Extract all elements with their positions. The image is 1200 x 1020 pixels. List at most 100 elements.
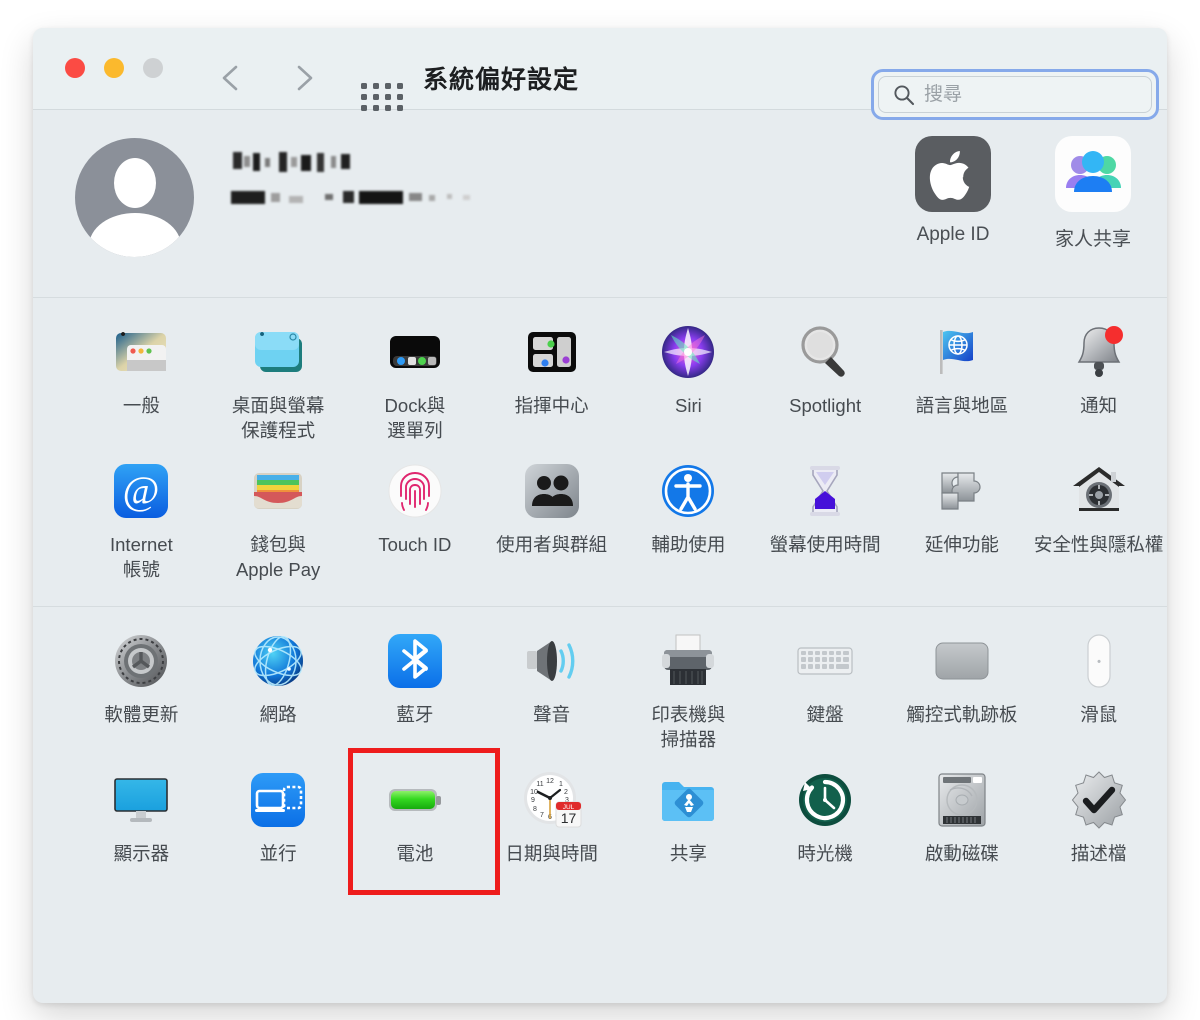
accessibility-icon (656, 459, 720, 523)
pref-label: 共享 (669, 843, 707, 864)
pref-item-touch-id[interactable]: Touch ID (347, 453, 484, 582)
pref-label: 使用者與群組 (496, 534, 608, 555)
pref-label: 觸控式軌跡板 (906, 704, 1018, 725)
pref-item-accessibility[interactable]: 輔助使用 (620, 453, 757, 582)
pref-item-trackpad[interactable]: 觸控式軌跡板 (894, 623, 1031, 752)
battery-icon (383, 768, 447, 832)
pref-item-battery[interactable]: 電池 (347, 748, 500, 895)
pref-label: 延伸功能 (924, 534, 999, 555)
pref-item-software-update[interactable]: 軟體更新 (73, 623, 210, 752)
svg-text:9: 9 (531, 797, 535, 804)
avatar-head (113, 158, 156, 208)
software-update-gear-icon (109, 629, 173, 693)
security-privacy-house-icon (1067, 459, 1131, 523)
pref-item-sharing[interactable]: 共享 (620, 762, 757, 866)
account-name-redacted (231, 150, 389, 176)
pref-item-time-machine[interactable]: 時光機 (757, 762, 894, 866)
pref-label: 顯示器 (113, 843, 170, 864)
pref-label: 電池 (396, 843, 434, 864)
zoom-button[interactable] (143, 58, 163, 78)
preferences-row: @ Internet 帳號 錢包與 Apple Pay Touch ID 使用者… (33, 453, 1167, 592)
pref-item-dock-menubar[interactable]: Dock與 選單列 (347, 314, 484, 443)
pref-label: 通知 (1080, 395, 1118, 416)
pref-label: 輔助使用 (651, 534, 726, 555)
pref-label: 桌面與螢幕 保護程式 (231, 395, 325, 441)
pref-label: 螢幕使用時間 (769, 534, 881, 555)
minimize-button[interactable] (104, 58, 124, 78)
general-window-icon (109, 320, 173, 384)
pref-label: Internet 帳號 (110, 534, 173, 580)
pref-item-notifications[interactable]: 通知 (1030, 314, 1167, 443)
show-all-grid-icon[interactable] (361, 83, 405, 111)
profiles-badge-icon (1067, 768, 1131, 832)
pref-item-network[interactable]: 網路 (210, 623, 347, 752)
pref-item-mission-control[interactable]: 指揮中心 (483, 314, 620, 443)
notifications-bell-icon (1067, 320, 1131, 384)
pref-item-internet-accounts[interactable]: @ Internet 帳號 (73, 453, 210, 582)
pref-item-security-privacy[interactable]: 安全性與隱私權 (1030, 453, 1167, 582)
apple-id-shortcut[interactable]: Apple ID (893, 136, 1013, 246)
pref-label: 印表機與 掃描器 (651, 704, 726, 750)
window-titlebar: 系統偏好設定 (33, 28, 1167, 120)
pref-item-spotlight[interactable]: Spotlight (757, 314, 894, 443)
pref-label: 網路 (259, 704, 297, 725)
startup-disk-icon (930, 768, 994, 832)
pref-item-displays[interactable]: 顯示器 (73, 762, 210, 866)
pref-item-users-groups[interactable]: 使用者與群組 (483, 453, 620, 582)
trackpad-icon (930, 629, 994, 693)
calendar-day-label: 17 (560, 810, 576, 826)
pref-item-general[interactable]: 一般 (73, 314, 210, 443)
pref-label: 錢包與 Apple Pay (235, 534, 321, 580)
search-input[interactable] (924, 83, 1114, 106)
pref-item-mouse[interactable]: 滑鼠 (1030, 623, 1167, 752)
keyboard-icon (793, 629, 857, 693)
pref-item-extensions[interactable]: 延伸功能 (894, 453, 1031, 582)
pref-item-profiles[interactable]: 描述檔 (1030, 762, 1167, 866)
mission-control-icon (520, 320, 584, 384)
svg-text:12: 12 (546, 778, 554, 785)
pref-item-screen-time[interactable]: 螢幕使用時間 (757, 453, 894, 582)
pref-item-sidecar[interactable]: 並行 (210, 762, 347, 866)
family-sharing-shortcut[interactable]: 家人共享 (1033, 136, 1153, 251)
pref-label: 聲音 (533, 704, 571, 725)
account-email-redacted (231, 188, 527, 206)
preferences-row: 顯示器 並行 電池 12 1 2 3 7 8 9 10 11 JUL 17 日期… (33, 748, 1167, 895)
pref-item-desktop-screensaver[interactable]: 桌面與螢幕 保護程式 (210, 314, 347, 443)
chevron-right-icon[interactable] (291, 63, 317, 93)
preferences-row: 一般 桌面與螢幕 保護程式 Dock與 選單列 指揮中心 Siri Spotli… (33, 314, 1167, 453)
svg-text:8: 8 (533, 806, 537, 813)
pref-label: 日期與時間 (505, 843, 598, 864)
pref-item-bluetooth[interactable]: 藍牙 (347, 623, 484, 752)
pref-label: Dock與 選單列 (384, 395, 446, 441)
extensions-puzzle-icon (930, 459, 994, 523)
pref-item-date-time[interactable]: 1212 345 678 91011 JUL 17 (483, 762, 620, 866)
pref-label: 啟動磁碟 (924, 843, 999, 864)
pref-item-printers-scanners[interactable]: 印表機與 掃描器 (620, 623, 757, 752)
wallet-apple-pay-icon (246, 459, 310, 523)
bluetooth-icon (383, 629, 447, 693)
pref-label: 安全性與隱私權 (1033, 534, 1164, 555)
preferences-section-personal: 一般 桌面與螢幕 保護程式 Dock與 選單列 指揮中心 Siri Spotli… (33, 298, 1167, 607)
pref-label: 並行 (259, 843, 297, 864)
pref-label: Siri (675, 395, 702, 416)
apple-id-label: Apple ID (916, 224, 990, 245)
svg-text:2: 2 (564, 789, 568, 796)
close-button[interactable] (65, 58, 85, 78)
sound-speaker-icon (520, 629, 584, 693)
pref-label: 時光機 (797, 843, 853, 864)
pref-label: 一般 (122, 395, 160, 416)
search-icon (894, 84, 915, 105)
pref-item-language-region[interactable]: 語言與地區 (894, 314, 1031, 443)
pref-item-startup-disk[interactable]: 啟動磁碟 (894, 762, 1031, 866)
apple-logo-icon (915, 136, 991, 212)
chevron-left-icon[interactable] (218, 63, 244, 93)
account-banner: Apple ID 家人共享 (33, 110, 1167, 298)
avatar[interactable] (75, 138, 194, 257)
spotlight-magnifier-icon (793, 320, 857, 384)
pref-item-sound[interactable]: 聲音 (483, 623, 620, 752)
users-groups-icon (520, 459, 584, 523)
date-time-clock-icon: 1212 345 678 91011 JUL 17 (520, 768, 584, 832)
pref-item-keyboard[interactable]: 鍵盤 (757, 623, 894, 752)
pref-item-siri[interactable]: Siri (620, 314, 757, 443)
pref-item-wallet-apple-pay[interactable]: 錢包與 Apple Pay (210, 453, 347, 582)
